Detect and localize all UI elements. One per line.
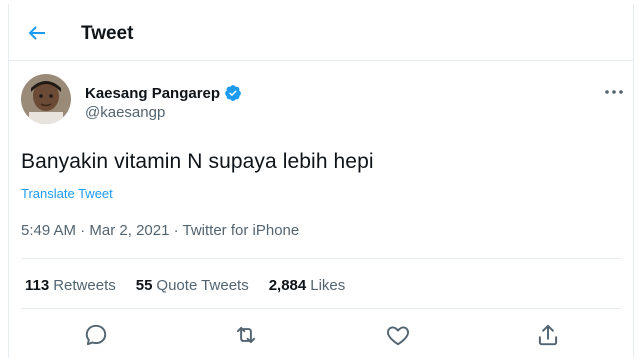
back-arrow-icon[interactable] <box>25 21 49 45</box>
retweets-stat[interactable]: 113 Retweets <box>25 277 116 294</box>
divider <box>21 258 621 259</box>
tweet-meta: 5:49 AM · Mar 2, 2021 · Twitter for iPho… <box>21 222 300 239</box>
verified-badge-icon <box>225 85 241 101</box>
avatar[interactable] <box>21 74 71 124</box>
tweet-page: Tweet Kaesang Pangarep @kaesangp Banyaki… <box>8 4 634 358</box>
retweet-icon[interactable] <box>233 322 259 348</box>
page-title: Tweet <box>81 23 134 44</box>
more-icon[interactable] <box>603 82 625 102</box>
reply-icon[interactable] <box>83 322 109 348</box>
tweet-stats: 113 Retweets 55 Quote Tweets 2,884 Likes <box>25 277 345 294</box>
divider <box>21 308 621 309</box>
share-icon[interactable] <box>535 322 561 348</box>
tweet-date[interactable]: Mar 2, 2021 <box>89 222 169 239</box>
quote-tweets-stat[interactable]: 55 Quote Tweets <box>136 277 249 294</box>
like-icon[interactable] <box>385 322 411 348</box>
likes-stat[interactable]: 2,884 Likes <box>269 277 346 294</box>
author-name[interactable]: Kaesang Pangarep <box>85 85 220 102</box>
author-handle[interactable]: @kaesangp <box>85 104 165 121</box>
tweet-text: Banyakin vitamin N supaya lebih hepi <box>21 150 374 173</box>
author-row: Kaesang Pangarep <box>85 84 242 102</box>
tweet-time[interactable]: 5:49 AM <box>21 222 76 239</box>
tweet-source[interactable]: Twitter for iPhone <box>183 222 300 239</box>
header: Tweet <box>9 4 633 61</box>
translate-tweet-link[interactable]: Translate Tweet <box>21 186 113 201</box>
action-bar <box>9 322 633 352</box>
